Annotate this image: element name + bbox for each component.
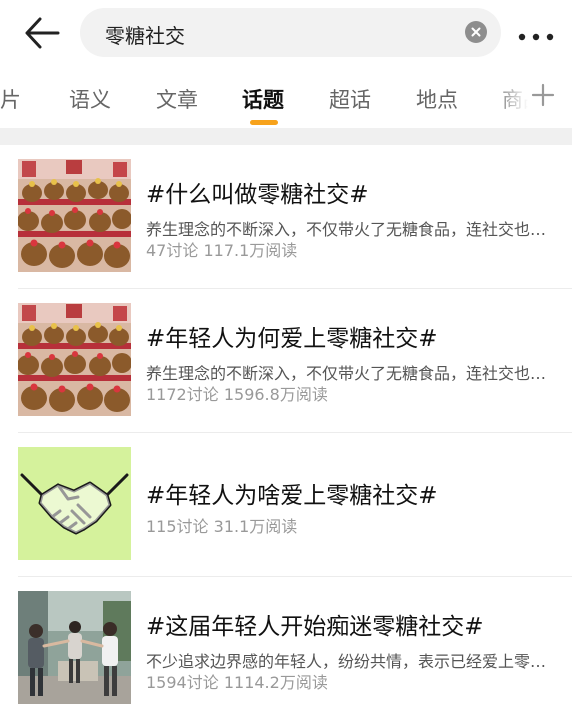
search-query[interactable]: 零糖社交: [105, 20, 185, 49]
read-count: 1114.2万阅读: [223, 673, 328, 692]
topic-stats: 115讨论 31.1万阅读: [146, 513, 297, 537]
tab-super-topics[interactable]: 超话: [329, 84, 371, 114]
topic-row[interactable]: #年轻人为啥爱上零糖社交# 115讨论 31.1万阅读: [0, 433, 572, 577]
add-tab-icon[interactable]: [530, 82, 556, 108]
topic-stats: 47讨论 117.1万阅读: [146, 237, 297, 261]
tab-topics[interactable]: 话题: [242, 84, 284, 114]
topic-thumbnail: [18, 591, 131, 704]
young-people-photo-icon: [18, 591, 131, 704]
active-tab-indicator: [250, 120, 278, 125]
tab-images[interactable]: 图片: [0, 84, 21, 114]
capybara-plush-photo-icon: [18, 303, 131, 416]
topic-title[interactable]: #这届年轻人开始痴迷零糖社交#: [146, 607, 484, 641]
topic-title[interactable]: #什么叫做零糖社交#: [146, 175, 369, 209]
topic-title[interactable]: #年轻人为啥爱上零糖社交#: [146, 476, 438, 510]
section-separator: [0, 128, 572, 145]
discussion-count: 1594讨论: [146, 673, 219, 692]
tab-semantic[interactable]: 语义: [69, 84, 111, 114]
topic-thumbnail: [18, 159, 131, 272]
clear-icon[interactable]: [465, 21, 487, 43]
topic-row[interactable]: #年轻人为何爱上零糖社交# 养生理念的不断深入，不仅带火了无糖食品，连社交也开始…: [0, 289, 572, 433]
tab-places[interactable]: 地点: [416, 84, 458, 114]
topic-row[interactable]: #什么叫做零糖社交# 养生理念的不断深入，不仅带火了无糖食品，连社交也开始讲究“…: [0, 145, 572, 289]
topic-stats: 1594讨论 1114.2万阅读: [146, 669, 328, 693]
read-count: 31.1万阅读: [213, 517, 298, 536]
handshake-icon: [18, 447, 131, 560]
top-bar: 零糖社交: [0, 0, 572, 66]
discussion-count: 1172讨论: [146, 385, 219, 404]
discussion-count: 47讨论: [146, 241, 199, 260]
back-arrow-icon[interactable]: [22, 14, 62, 52]
read-count: 117.1万阅读: [203, 241, 298, 260]
topic-thumbnail: [18, 447, 131, 560]
more-icon[interactable]: [518, 27, 554, 41]
search-input[interactable]: 零糖社交: [80, 8, 501, 57]
topic-title[interactable]: #年轻人为何爱上零糖社交#: [146, 319, 438, 353]
tab-bar: 图片 语义 文章 话题 超话 地点 商品: [0, 66, 572, 128]
topic-row[interactable]: #这届年轻人开始痴迷零糖社交# 不少追求边界感的年轻人，纷纷共情，表示已经爱上零…: [0, 577, 572, 721]
read-count: 1596.8万阅读: [223, 385, 328, 404]
capybara-plush-photo-icon: [18, 159, 131, 272]
topic-stats: 1172讨论 1596.8万阅读: [146, 381, 328, 405]
discussion-count: 115讨论: [146, 517, 209, 536]
tab-articles[interactable]: 文章: [156, 84, 198, 114]
topic-thumbnail: [18, 303, 131, 416]
